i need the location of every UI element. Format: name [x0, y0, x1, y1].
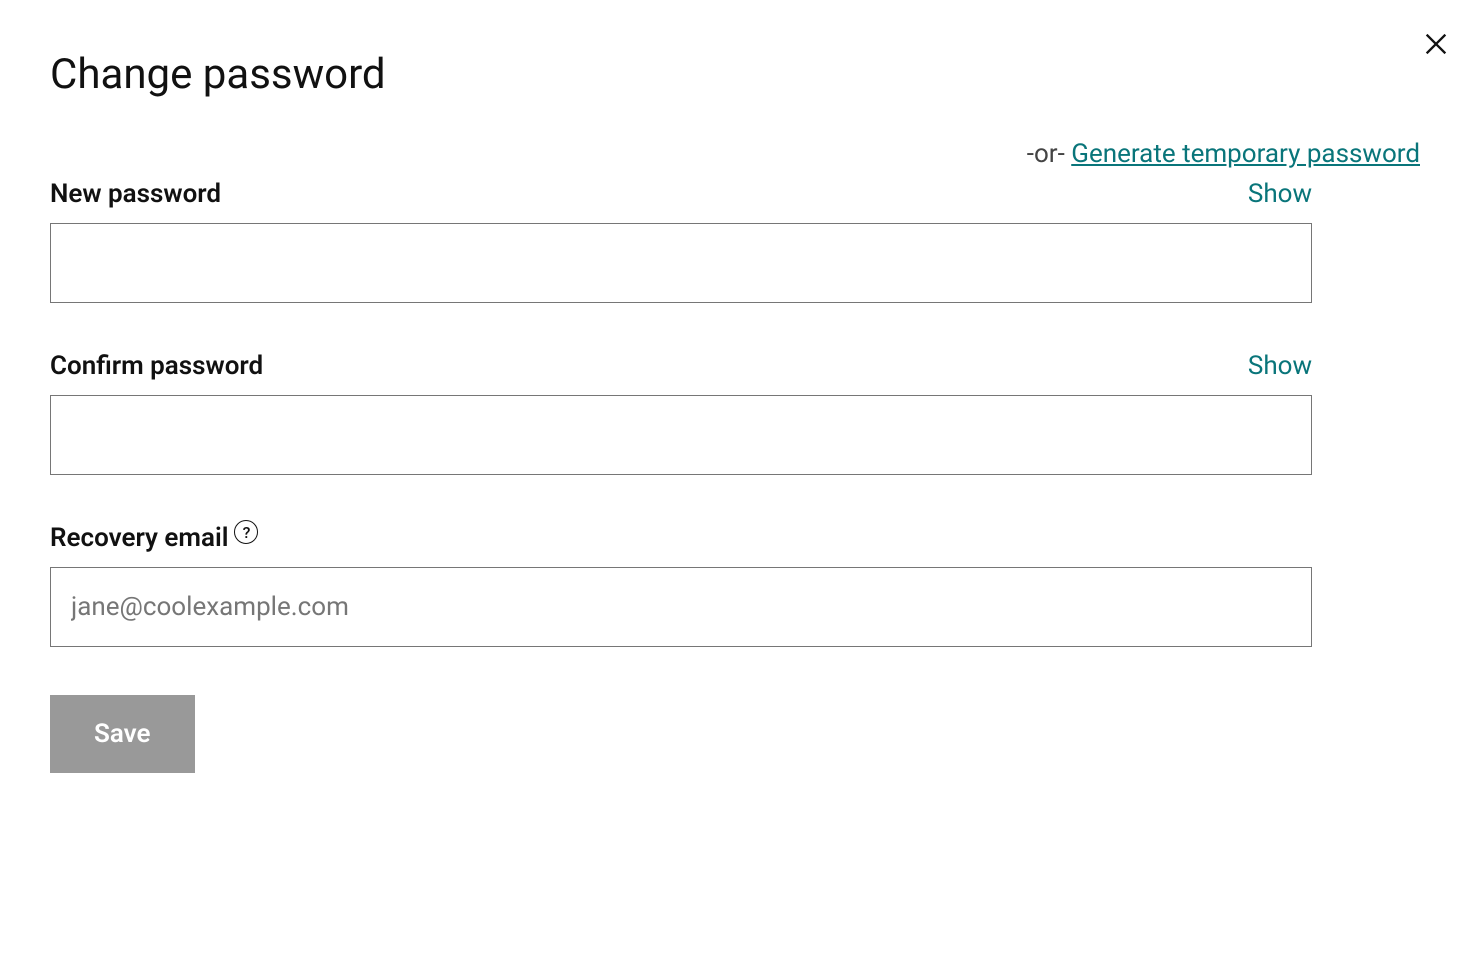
close-icon: [1422, 30, 1450, 58]
close-button[interactable]: [1416, 24, 1456, 64]
new-password-input[interactable]: [50, 223, 1312, 303]
generate-temporary-password-link[interactable]: Generate temporary password: [1071, 139, 1420, 169]
recovery-email-label-text: Recovery email: [50, 523, 228, 553]
confirm-password-show-toggle[interactable]: Show: [1248, 351, 1312, 381]
new-password-label: New password: [50, 179, 221, 209]
confirm-password-label-row: Confirm password Show: [50, 351, 1312, 381]
or-text: -or-: [1027, 139, 1071, 169]
confirm-password-input[interactable]: [50, 395, 1312, 475]
alternate-action-row: -or- Generate temporary password: [50, 139, 1430, 169]
page-title: Change password: [50, 50, 1430, 99]
recovery-email-group: Recovery email?: [50, 523, 1312, 647]
save-button[interactable]: Save: [50, 695, 195, 773]
confirm-password-group: Confirm password Show: [50, 351, 1312, 475]
new-password-group: New password Show: [50, 179, 1312, 303]
help-icon[interactable]: ?: [234, 520, 258, 544]
recovery-email-label-row: Recovery email?: [50, 523, 1312, 553]
recovery-email-input[interactable]: [50, 567, 1312, 647]
confirm-password-label: Confirm password: [50, 351, 263, 381]
recovery-email-label: Recovery email?: [50, 523, 258, 553]
new-password-show-toggle[interactable]: Show: [1248, 179, 1312, 209]
new-password-label-row: New password Show: [50, 179, 1312, 209]
